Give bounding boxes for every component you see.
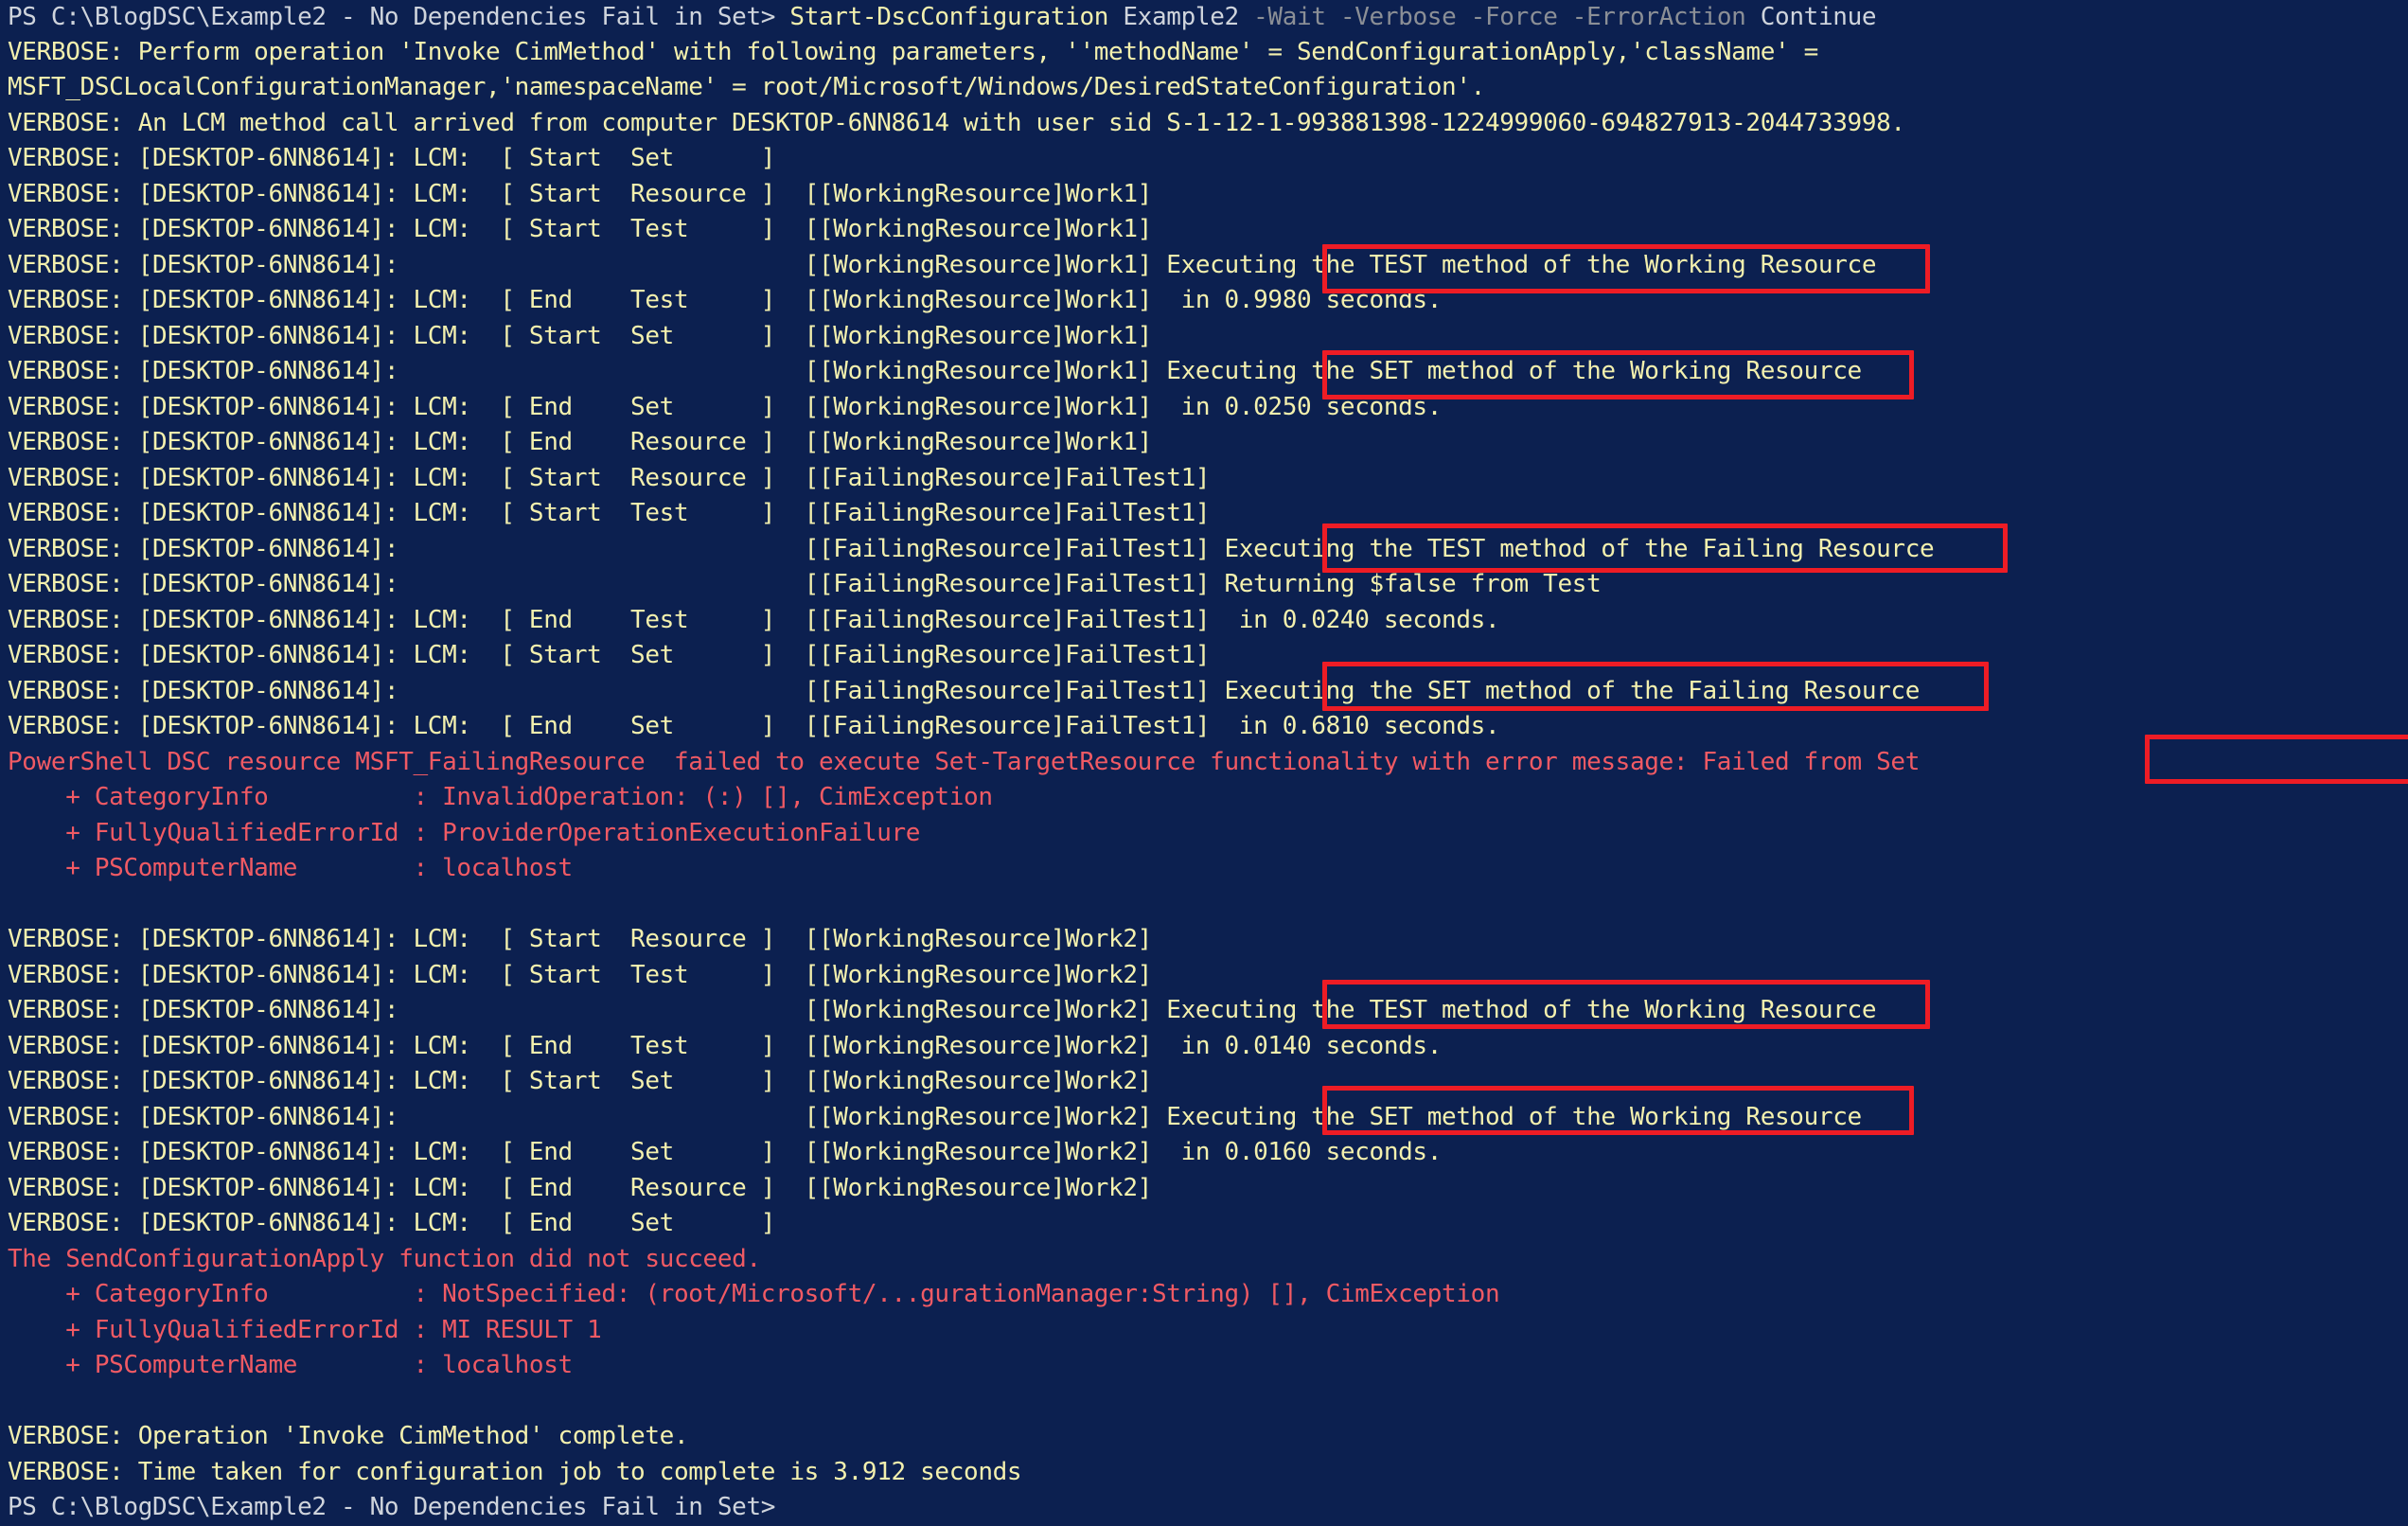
console-line: VERBOSE: [DESKTOP-6NN8614]: LCM: [ End T… (8, 286, 1443, 314)
console-line: VERBOSE: [DESKTOP-6NN8614]: LCM: [ Start… (8, 641, 1211, 669)
console-line: VERBOSE: [DESKTOP-6NN8614]: LCM: [ Start… (8, 1067, 1152, 1095)
console-line: + FullyQualifiedErrorId : ProviderOperat… (8, 819, 921, 847)
console-line: VERBOSE: [DESKTOP-6NN8614]: [[WorkingRes… (8, 996, 1877, 1024)
highlight-failed-from-set (2144, 734, 2408, 784)
console-line: VERBOSE: [DESKTOP-6NN8614]: LCM: [ End R… (8, 428, 1152, 456)
console-line: VERBOSE: [DESKTOP-6NN8614]: LCM: [ Start… (8, 144, 776, 172)
powershell-console[interactable]: PS C:\BlogDSC\Example2 - No Dependencies… (0, 0, 2408, 1522)
console-line: VERBOSE: [DESKTOP-6NN8614]: LCM: [ Start… (8, 215, 1152, 243)
console-line: VERBOSE: [DESKTOP-6NN8614]: LCM: [ Start… (8, 499, 1211, 527)
console-prompt-line: PS C:\BlogDSC\Example2 - No Dependencies… (8, 0, 1877, 36)
console-line: VERBOSE: [DESKTOP-6NN8614]: [[WorkingRes… (8, 251, 1877, 279)
console-line: VERBOSE: Time taken for configuration jo… (8, 1458, 1022, 1486)
console-line: VERBOSE: [DESKTOP-6NN8614]: LCM: [ End S… (8, 712, 1500, 740)
console-line: + CategoryInfo : InvalidOperation: (:) [… (8, 783, 993, 811)
console-line: VERBOSE: [DESKTOP-6NN8614]: LCM: [ End T… (8, 606, 1500, 634)
console-line: MSFT_DSCLocalConfigurationManager,'names… (8, 73, 1485, 101)
command-name: Start-DscConfiguration (789, 3, 1109, 31)
console-line: VERBOSE: [DESKTOP-6NN8614]: LCM: [ Start… (8, 464, 1211, 492)
console-line: VERBOSE: [DESKTOP-6NN8614]: [[WorkingRes… (8, 1103, 1862, 1131)
console-line: VERBOSE: Perform operation 'Invoke CimMe… (8, 38, 1818, 66)
console-line: VERBOSE: [DESKTOP-6NN8614]: [[FailingRes… (8, 535, 1935, 563)
console-line: The SendConfigurationApply function did … (8, 1245, 761, 1273)
console-line: + PSComputerName : localhost (8, 1351, 573, 1379)
console-line: VERBOSE: [DESKTOP-6NN8614]: LCM: [ End R… (8, 1174, 1152, 1202)
console-line: VERBOSE: [DESKTOP-6NN8614]: LCM: [ End S… (8, 1209, 776, 1237)
console-line: VERBOSE: [DESKTOP-6NN8614]: LCM: [ End S… (8, 1138, 1443, 1166)
console-line: VERBOSE: [DESKTOP-6NN8614]: LCM: [ End T… (8, 1032, 1443, 1060)
console-line: + CategoryInfo : NotSpecified: (root/Mic… (8, 1280, 1500, 1308)
command-argument: Example2 (1108, 3, 1254, 31)
console-line: VERBOSE: [DESKTOP-6NN8614]: LCM: [ End S… (8, 393, 1443, 421)
console-line: VERBOSE: [DESKTOP-6NN8614]: [[WorkingRes… (8, 357, 1862, 385)
console-line: VERBOSE: [DESKTOP-6NN8614]: LCM: [ Start… (8, 322, 1152, 350)
prompt-path: PS C:\BlogDSC\Example2 - No Dependencies… (8, 3, 790, 31)
console-line: VERBOSE: An LCM method call arrived from… (8, 109, 1905, 137)
command-parameter-value: Continue (1745, 3, 1877, 31)
console-line: PS C:\BlogDSC\Example2 - No Dependencies… (8, 1493, 776, 1521)
console-line: VERBOSE: Operation 'Invoke CimMethod' co… (8, 1422, 689, 1450)
console-line: VERBOSE: [DESKTOP-6NN8614]: LCM: [ Start… (8, 925, 1152, 953)
console-line: VERBOSE: [DESKTOP-6NN8614]: [[FailingRes… (8, 677, 1921, 705)
console-line: + FullyQualifiedErrorId : MI RESULT 1 (8, 1316, 602, 1344)
console-line: + PSComputerName : localhost (8, 854, 573, 882)
console-line: VERBOSE: [DESKTOP-6NN8614]: LCM: [ Start… (8, 180, 1152, 208)
console-line: VERBOSE: [DESKTOP-6NN8614]: [[FailingRes… (8, 570, 1602, 598)
console-line: PowerShell DSC resource MSFT_FailingReso… (8, 748, 1921, 776)
command-parameters: -Wait -Verbose -Force -ErrorAction (1253, 3, 1746, 31)
console-line: VERBOSE: [DESKTOP-6NN8614]: LCM: [ Start… (8, 961, 1152, 989)
